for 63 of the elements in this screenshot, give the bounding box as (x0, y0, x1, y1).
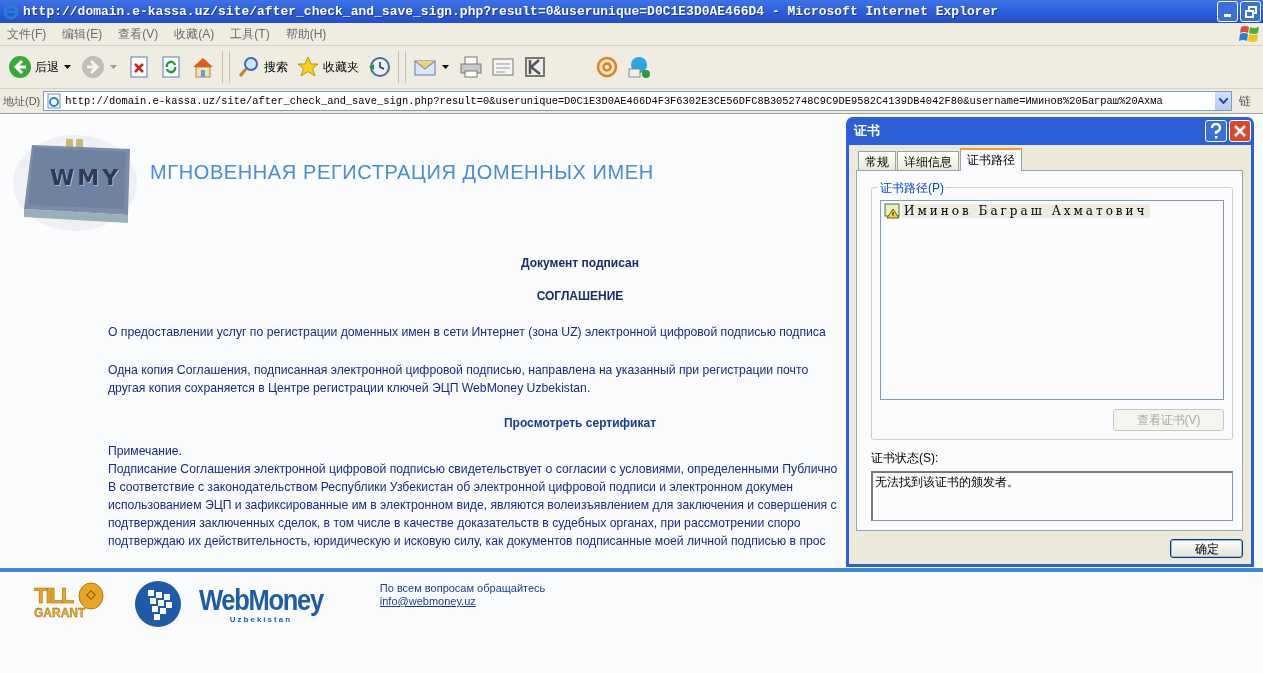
minimize-icon (1224, 14, 1231, 17)
menu-item[interactable]: 工具(T) (223, 25, 279, 43)
tab[interactable]: 常规 (858, 151, 896, 170)
close-icon (1234, 125, 1246, 137)
view-certificate-link[interactable]: Просмотреть сертификат (503, 416, 657, 430)
page-heading: МГНОВЕННАЯ РЕГИСТРАЦИЯ ДОМЕННЫХ ИМЕН (150, 160, 654, 184)
browser-icon (3, 3, 19, 20)
paragraph-line: другая копия сохраняется в Центре регистрации ключей ЭЦП WebMoney Uzbekistan. (108, 380, 591, 397)
paragraph-line: О предоставлении услуг по регистрации доменных имен в сети Интернет (зона UZ) электронной цифровой подписью подписа (108, 324, 826, 341)
ok-button[interactable]: 确定 (1170, 539, 1243, 558)
stop-page-icon[interactable] (127, 55, 151, 79)
dialog-title: 证书 (854, 122, 880, 140)
status-heading: Документ подписан (520, 256, 640, 270)
note-line: Подписание Соглашения электронной цифровой подписью свидетельствует о согласии с условиями, определенными Публично (108, 461, 838, 478)
menu-item[interactable]: 帮助(H) (278, 25, 336, 43)
k-app-icon[interactable] (523, 55, 547, 79)
menu-item[interactable]: 收藏(A) (167, 25, 224, 43)
address-label: 地址(D) (3, 93, 41, 109)
menu-item[interactable]: 查看(V) (111, 25, 168, 43)
chevron-down-icon (1218, 98, 1228, 104)
tab[interactable]: 证书路径 (960, 148, 1022, 171)
menu-item[interactable]: 编辑(E) (55, 25, 112, 43)
email-link[interactable]: info@webmoney.uz (379, 595, 476, 607)
page-icon (46, 93, 63, 109)
minimize-button[interactable] (1217, 1, 1238, 22)
address-field[interactable]: http://domain.e-kassa.uz/site/after_check_and_save_sign.php?result=0&userunique=D0C1E3D0AE466D4F3F6302E3CE56DFC8B3052748C9C9DE9582C4139DB4042F80&username=Иминов%20Баграш%20Ахма (43, 91, 1233, 111)
note-line: В соответствие с законодательством Республики Узбекистан об электронной цифровой подписи и электронном докумен (108, 479, 794, 496)
caret-icon[interactable] (440, 65, 451, 69)
help-button[interactable] (1205, 120, 1227, 142)
refresh-icon[interactable] (159, 55, 183, 79)
certificate-warning-icon (884, 203, 900, 219)
back-button[interactable]: 后退 (4, 51, 77, 83)
windows-logo-icon (1239, 24, 1261, 44)
group-label: 证书路径(P) (878, 180, 946, 197)
logo-subtitle: Uzbekistan (229, 614, 292, 624)
links-label[interactable]: 链 (1235, 92, 1252, 110)
close-button[interactable] (1229, 120, 1251, 142)
house-icon[interactable] (191, 55, 215, 79)
search-button[interactable]: 搜索 (233, 51, 292, 83)
webmoney-logo: WebMoney (198, 584, 323, 615)
status-text-box: 无法找到该证书的颁发者。 (871, 471, 1233, 521)
status-label: 证书状态(S): (871, 450, 940, 467)
dropdown-button[interactable] (1215, 92, 1232, 110)
note-line: использованием ЭЦП и зафиксированные им в электронном виде, являются волеизъявлением для заключения и совершения с (108, 497, 837, 514)
favorites-button[interactable]: 收藏夹 (292, 51, 363, 83)
restore-button[interactable] (1240, 1, 1261, 22)
note-title: Примечание. (108, 443, 182, 460)
garant-logo-drawing: TILL GARANT (34, 582, 110, 620)
note-line: подтверждения заключенных сделок, в том числе в качестве доказательств в судебных органах, при рассмотрении споро (108, 515, 801, 532)
question-mark-icon (1210, 123, 1222, 139)
globe-logo-icon (134, 580, 182, 628)
path-tree[interactable]: Иминов Баграш Ахматович (880, 200, 1224, 400)
paragraph-line: Одна копия Соглашения, подписанная электронной цифровой подписью, направлена на указанный при регистрации почто (108, 362, 809, 379)
caret-icon[interactable] (62, 65, 73, 69)
note-line: подтверждаю их действительность, юридическую и исковую силу, как документов подписанные моей личной подписью в прос (108, 533, 826, 550)
tab[interactable]: 详细信息 (897, 151, 959, 170)
window-title: http://domain.e-kassa.uz/site/after_check_and_save_sign.php?result=0&userunique=D0C1E3D0AE466D4 - Microsoft Internet Explorer (23, 4, 999, 19)
printer-icon[interactable] (459, 55, 483, 79)
contact-text: По всем вопросам обращайтесь (379, 582, 546, 594)
menu-item[interactable]: 文件(F) (0, 25, 56, 43)
agreement-title: СОГЛАШЕНИЕ (535, 289, 625, 303)
certificate-path-item[interactable]: Иминов Баграш Ахматович (902, 204, 1150, 218)
restore-icon (1244, 5, 1257, 18)
